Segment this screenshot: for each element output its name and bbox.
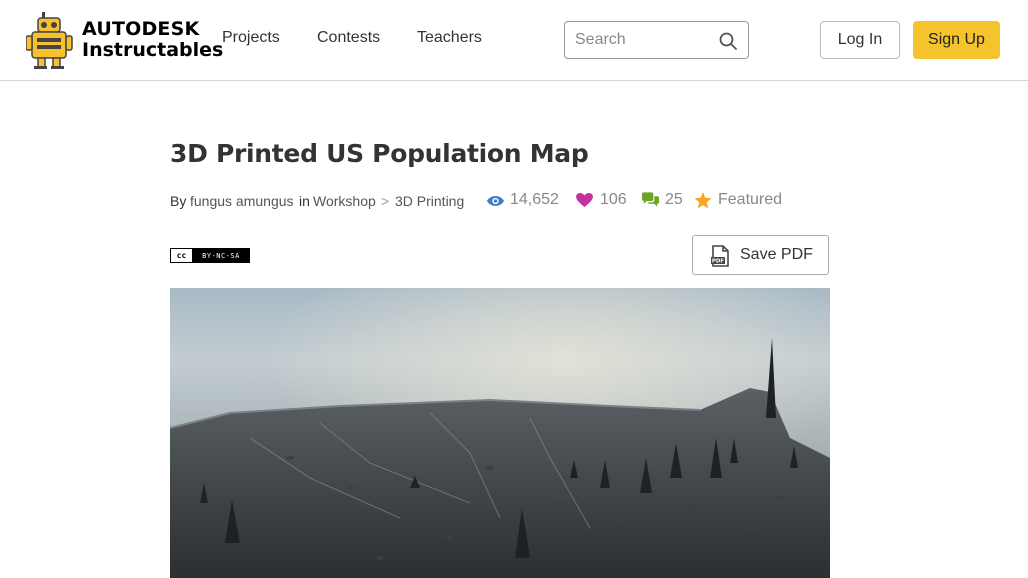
cc-logo-icon: cc [171, 249, 193, 262]
page-title: 3D Printed US Population Map [170, 139, 589, 168]
license-badge[interactable]: cc BY-NC-SA [170, 248, 250, 263]
save-pdf-button[interactable]: PDF Save PDF [692, 235, 829, 275]
views-count: 14,652 [510, 191, 559, 208]
category-link[interactable]: Workshop [313, 193, 376, 209]
views-stat: 14,652 [486, 191, 566, 211]
save-pdf-label: Save PDF [740, 246, 813, 263]
nav-projects[interactable]: Projects [222, 29, 280, 47]
comments-stat[interactable]: 25 [641, 191, 691, 211]
search-box [564, 21, 749, 59]
brand-autodesk: AUTODESK [82, 18, 200, 40]
search-icon[interactable] [718, 31, 738, 51]
license-text: BY-NC-SA [193, 249, 249, 262]
site-logo[interactable]: AUTODESK Instructables [26, 10, 223, 70]
eye-icon [486, 196, 505, 206]
star-icon [694, 192, 712, 209]
featured-label: Featured [718, 191, 783, 208]
hero-image[interactable] [170, 288, 830, 578]
population-map-photo [170, 288, 830, 578]
pdf-file-icon: PDF [711, 245, 729, 267]
login-button[interactable]: Log In [820, 21, 900, 59]
svg-text:PDF: PDF [712, 259, 725, 265]
nav-contests[interactable]: Contests [317, 29, 380, 47]
comments-count: 25 [665, 191, 683, 208]
breadcrumb-separator: > [381, 193, 390, 209]
nav-teachers[interactable]: Teachers [417, 29, 482, 47]
search-input[interactable] [575, 30, 715, 50]
subcategory-link[interactable]: 3D Printing [395, 193, 464, 209]
author-link[interactable]: fungus amungus [190, 193, 294, 209]
favorites-stat[interactable]: 106 [576, 191, 636, 211]
featured-badge: Featured [694, 191, 794, 211]
comments-icon [641, 192, 660, 207]
signup-button[interactable]: Sign Up [913, 21, 1000, 59]
robot-logo-icon [26, 12, 73, 69]
heart-icon [576, 193, 593, 208]
site-header: AUTODESK Instructables Projects Contests… [0, 0, 1028, 81]
favorites-count: 106 [600, 191, 627, 208]
brand-instructables: Instructables [82, 39, 224, 61]
in-label: in [299, 193, 310, 209]
by-label: By [170, 193, 187, 209]
